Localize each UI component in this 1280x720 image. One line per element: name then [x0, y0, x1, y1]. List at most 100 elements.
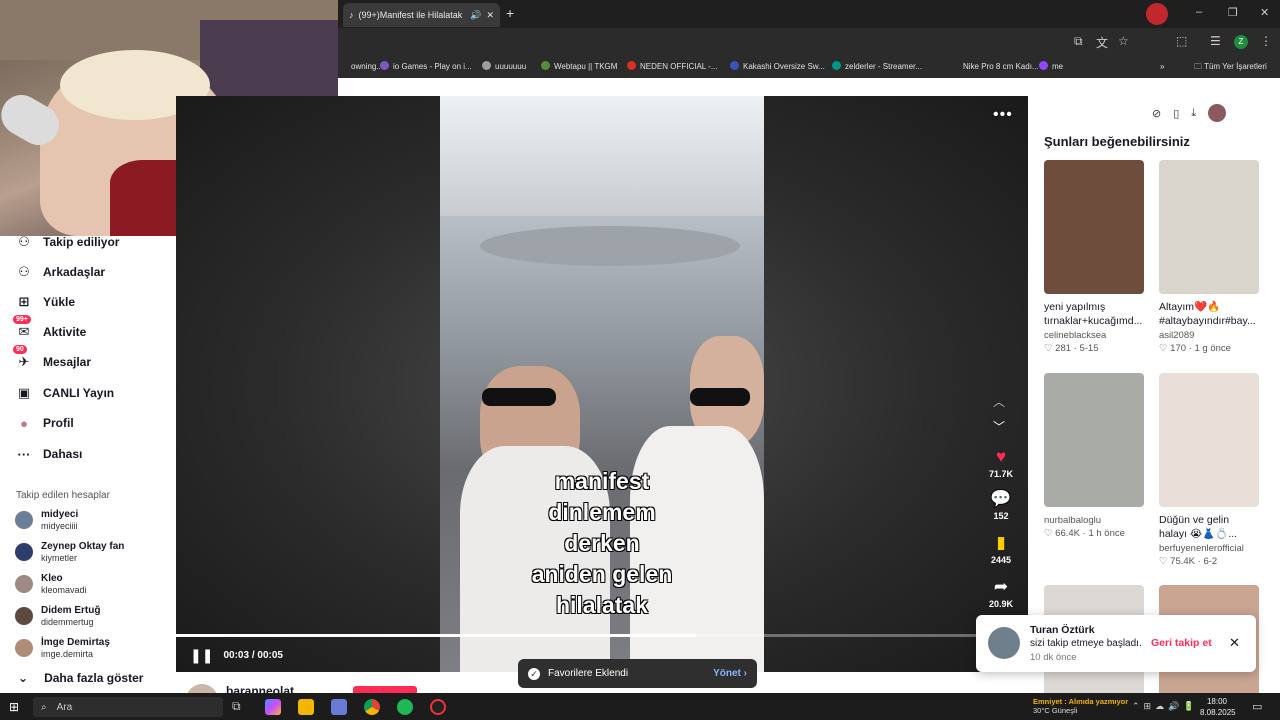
system-tray-icons[interactable]: ⌃⊞☁🔊🔋	[1132, 701, 1199, 712]
sidebar-item[interactable]: ··· Dahası	[15, 443, 83, 465]
share-button[interactable]: ➦ 20.9K	[986, 577, 1016, 609]
sidebar-item[interactable]: ⊞ Yükle	[15, 291, 75, 313]
browser-tab[interactable]: ♪ (99+)Manifest ile Hilalatak 🔊 ✕	[343, 3, 500, 27]
video-caption: manifest dinlemem derken aniden gelen hi…	[440, 466, 764, 621]
friends-icon: ⚇	[18, 264, 30, 279]
card-meta: ♡ 66.4K · 1 h önce	[1044, 528, 1125, 539]
card-time: 6-2	[1203, 556, 1218, 567]
heart-icon: ♥	[995, 447, 1007, 466]
new-tab-button[interactable]: +	[506, 5, 514, 21]
recommended-video-card[interactable]: Altayım❤️🔥 #altaybayındır#bay... asil2089 ♡…	[1159, 160, 1259, 354]
sidebar-item[interactable]: ⚇ Arkadaşlar	[15, 261, 105, 283]
recommended-video-card[interactable]: nurbalbaloglu ♡ 66.4K · 1 h önce	[1044, 373, 1144, 539]
bookmark-item[interactable]: Webtapu || TKGM	[541, 56, 617, 78]
bookmark-item[interactable]: Nike Pro 8 cm Kadı...	[950, 56, 1039, 78]
bookmark-item[interactable]: owning...	[338, 56, 383, 78]
bookmark-item[interactable]: Kakashi Oversize Sw...	[730, 56, 825, 78]
coins-icon[interactable]: ⊘	[1152, 107, 1161, 120]
bookmarks-overflow-icon[interactable]: »	[1160, 56, 1164, 78]
next-video-icon[interactable]: ﹀	[993, 418, 1005, 435]
favorites-toast: ✓ Favorilere Eklendi Yönet ›	[518, 659, 757, 688]
bookmark-item[interactable]: me	[1039, 56, 1063, 78]
bookmark-item[interactable]: uuuuuuu	[482, 56, 526, 78]
weather-widget[interactable]: Emniyet : Alınıda yazmıyor 30°C Güneşli	[1033, 697, 1128, 715]
close-notification-icon[interactable]: ✕	[1229, 635, 1240, 651]
comment-button[interactable]: 💬 152	[986, 489, 1016, 521]
extensions-icon[interactable]: ⬚	[1176, 34, 1187, 48]
follow-back-button[interactable]: Geri takip et	[1151, 637, 1212, 649]
download-icon[interactable]: ⤓	[1191, 107, 1196, 120]
activity-icon: ✉ 99+	[13, 315, 33, 341]
followed-account[interactable]: Didem Ertuğ didemmertug	[15, 601, 100, 631]
card-username[interactable]: berfuyenenlerofficial	[1159, 543, 1259, 554]
restore-icon[interactable]: ❐	[1228, 6, 1238, 19]
chrome-icon[interactable]	[364, 699, 380, 715]
bookmark-star-icon[interactable]: ☆	[1118, 34, 1129, 48]
card-username[interactable]: nurbalbaloglu	[1044, 515, 1144, 526]
recommended-video-card[interactable]: yeni yapılmış tırnaklar+kucağımd... celine…	[1044, 160, 1144, 354]
card-title[interactable]: yeni yapılmış	[1044, 300, 1144, 314]
account-avatar	[15, 607, 33, 625]
notification-avatar[interactable]	[988, 627, 1020, 659]
clock[interactable]: 18:00 8.08.2025	[1200, 696, 1236, 718]
previous-video-icon[interactable]: ︿	[993, 393, 1005, 410]
app-download-icon[interactable]: ▯	[1173, 107, 1179, 120]
notification-name[interactable]: Turan Öztürk	[1030, 624, 1095, 636]
save-button[interactable]: ▮ 2445	[986, 533, 1016, 565]
card-title[interactable]: #altaybayındır#bay...	[1159, 314, 1259, 328]
video-thumbnail[interactable]	[1159, 160, 1259, 294]
taskbar-search[interactable]: ⌕ Ara	[33, 697, 223, 717]
card-title[interactable]: Düğün ve gelin	[1159, 513, 1259, 527]
card-title[interactable]: halayı 😭👗💍...	[1159, 527, 1259, 541]
sidebar-item[interactable]: ● Profil	[15, 412, 74, 434]
follow-notification: Turan Öztürk sizi takip etmeye başladı. …	[976, 615, 1256, 672]
sidebar-item[interactable]: ✈ 90 Mesajlar	[13, 345, 91, 373]
close-window-icon[interactable]: ✕	[1260, 6, 1269, 19]
caption-line: derken	[564, 530, 640, 556]
toast-manage-link[interactable]: Yönet ›	[713, 668, 747, 679]
followed-account[interactable]: midyeci midyeciiii	[15, 505, 78, 535]
followed-account[interactable]: Kleo kleomavadi	[15, 569, 87, 599]
app-icon[interactable]	[430, 699, 446, 715]
video-thumbnail[interactable]	[1159, 373, 1259, 507]
task-view-icon[interactable]: ⧉	[232, 699, 248, 715]
audio-icon[interactable]: 🔊	[470, 10, 481, 21]
translate-icon[interactable]: 文	[1096, 34, 1108, 51]
reading-list-icon[interactable]: ☰	[1210, 34, 1221, 48]
video-thumbnail[interactable]	[1044, 373, 1144, 507]
card-title[interactable]: Altayım❤️🔥	[1159, 300, 1259, 314]
sidebar-item[interactable]: ✉ 99+ Aktivite	[13, 315, 86, 343]
notifications-icon[interactable]: ▭	[1252, 700, 1262, 713]
copilot-icon[interactable]	[265, 699, 281, 715]
like-button[interactable]: ♥ 71.7K	[986, 447, 1016, 479]
card-username[interactable]: celineblacksea	[1044, 330, 1144, 341]
tab-close-icon[interactable]: ✕	[486, 10, 494, 21]
sidebar-item[interactable]: ▣ CANLI Yayın	[15, 382, 114, 404]
store-icon[interactable]	[331, 699, 347, 715]
bookmarks-folder[interactable]: 🗀 Tüm Yer İşaretleri	[1194, 56, 1267, 78]
bookmark-item[interactable]: zelderler - Streamer...	[832, 56, 922, 78]
cast-icon[interactable]: ⧉	[1074, 34, 1083, 49]
browser-menu-icon[interactable]: ⋮	[1260, 34, 1272, 48]
windows-start-icon[interactable]: ⊞	[9, 700, 19, 714]
bookmark-label: io Games - Play on i...	[393, 62, 472, 71]
browser-profile-avatar[interactable]: Z	[1234, 35, 1248, 49]
recommended-video-card[interactable]: Düğün ve gelin halayı 😭👗💍... berfuyenenler…	[1159, 373, 1259, 567]
bookmark-item[interactable]: NEDEN OFFICIAL -...	[627, 56, 718, 78]
file-explorer-icon[interactable]	[298, 699, 314, 715]
sidebar-item[interactable]: ⚇ Takip ediliyor	[15, 231, 119, 253]
show-more-button[interactable]: ⌄ Daha fazla göster	[18, 671, 143, 685]
minimize-icon[interactable]: ‒	[1196, 6, 1202, 18]
card-username[interactable]: asil2089	[1159, 330, 1259, 341]
pause-icon[interactable]: ❚❚	[190, 647, 213, 664]
bookmark-label: owning...	[351, 62, 384, 71]
check-icon: ✓	[528, 667, 540, 680]
card-title[interactable]: tırnaklar+kucağımd...	[1044, 314, 1144, 328]
followed-account[interactable]: İmge Demirtaş imge.demirta	[15, 633, 110, 663]
spotify-icon[interactable]	[397, 699, 413, 715]
followed-account[interactable]: Zeynep Oktay fan kiymetler	[15, 537, 124, 567]
video-thumbnail[interactable]	[1044, 160, 1144, 294]
video-more-options-icon[interactable]: •••	[993, 106, 1013, 124]
bookmark-item[interactable]: io Games - Play on i...	[380, 56, 472, 78]
user-avatar[interactable]	[1208, 104, 1227, 122]
